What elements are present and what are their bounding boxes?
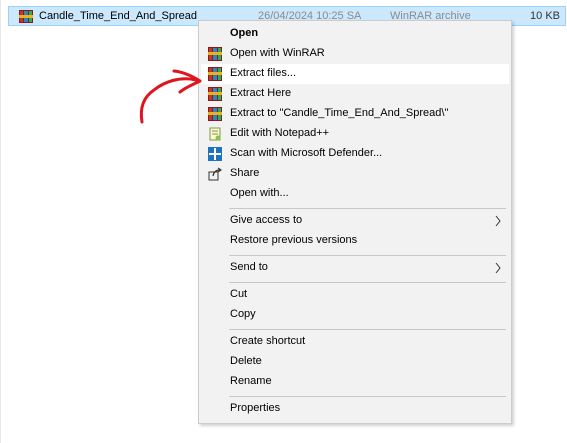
menu-item-cut[interactable]: Cut (201, 285, 509, 305)
menu-item-label: Create shortcut (230, 335, 306, 347)
file-name: Candle_Time_End_And_Spread (39, 10, 197, 22)
menu-item-extract-here[interactable]: Extract Here (201, 84, 509, 104)
menu-item-label: Open with WinRAR (230, 47, 325, 59)
file-size: 10 KB (530, 10, 560, 22)
menu-item-label: Edit with Notepad++ (230, 127, 330, 139)
chevron-right-icon (493, 260, 503, 276)
menu-item-label: Restore previous versions (230, 234, 358, 246)
menu-item-open-with-winrar[interactable]: Open with WinRAR (201, 44, 509, 64)
menu-item-label: Open (230, 27, 259, 39)
chevron-right-icon (493, 213, 503, 229)
menu-item-share[interactable]: Share (201, 164, 509, 184)
menu-item-open-with[interactable]: Open with... (201, 184, 509, 204)
menu-item-label: Share (230, 167, 260, 179)
menu-separator (229, 282, 506, 283)
menu-item-label: Copy (230, 308, 256, 320)
menu-item-label: Open with... (230, 187, 289, 199)
menu-item-rename[interactable]: Rename (201, 372, 509, 392)
explorer-left-edge (0, 0, 1, 443)
menu-item-label: Extract files... (230, 67, 297, 79)
menu-item-restore-versions[interactable]: Restore previous versions (201, 231, 509, 251)
winrar-icon (19, 10, 33, 23)
menu-item-edit-notepad[interactable]: Edit with Notepad++ (201, 124, 509, 144)
menu-item-label: Rename (230, 375, 272, 387)
menu-item-properties[interactable]: Properties (201, 399, 509, 419)
menu-separator (229, 208, 506, 209)
menu-item-give-access[interactable]: Give access to (201, 211, 509, 231)
menu-item-scan-defender[interactable]: Scan with Microsoft Defender... (201, 144, 509, 164)
menu-item-label: Scan with Microsoft Defender... (230, 147, 383, 159)
menu-item-label: Give access to (230, 214, 303, 226)
menu-item-send-to[interactable]: Send to (201, 258, 509, 278)
microsoft-defender-icon (208, 147, 222, 161)
menu-item-label: Cut (230, 288, 248, 300)
menu-separator (229, 329, 506, 330)
menu-item-label: Extract Here (230, 87, 292, 99)
menu-item-label: Properties (230, 402, 281, 414)
menu-item-extract-to[interactable]: Extract to "Candle_Time_End_And_Spread\" (201, 104, 509, 124)
menu-item-create-shortcut[interactable]: Create shortcut (201, 332, 509, 352)
menu-item-delete[interactable]: Delete (201, 352, 509, 372)
menu-separator (229, 396, 506, 397)
menu-item-copy[interactable]: Copy (201, 305, 509, 325)
share-icon (208, 167, 223, 181)
annotation-arrow (134, 60, 214, 130)
context-menu: Open Open with WinRAR Extract files... E… (198, 20, 512, 424)
menu-item-extract-files[interactable]: Extract files... (201, 64, 509, 84)
menu-item-label: Delete (230, 355, 262, 367)
menu-separator (229, 255, 506, 256)
menu-item-label: Send to (230, 261, 268, 273)
menu-item-open[interactable]: Open (201, 24, 509, 44)
menu-item-label: Extract to "Candle_Time_End_And_Spread\" (230, 107, 449, 119)
winrar-icon (208, 47, 222, 61)
